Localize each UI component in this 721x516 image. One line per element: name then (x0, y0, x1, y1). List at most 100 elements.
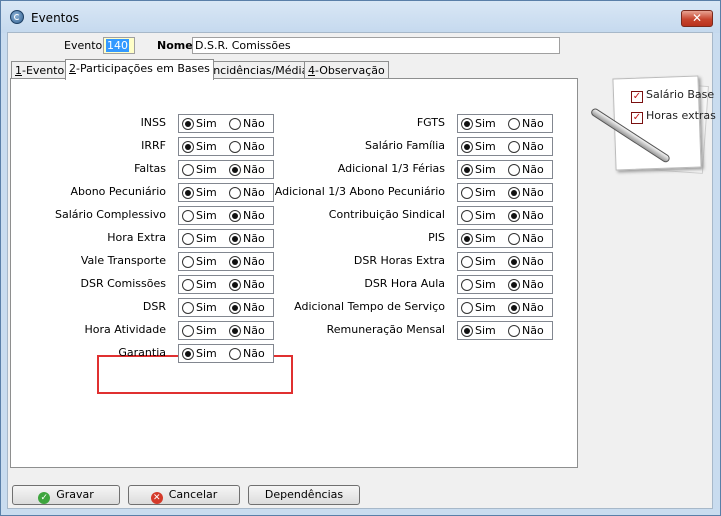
radio-sim[interactable] (461, 233, 473, 245)
dependencies-button[interactable]: Dependências (248, 485, 360, 505)
radio-nao[interactable] (229, 256, 241, 268)
radio-nao[interactable] (508, 302, 520, 314)
radio-nao-label[interactable]: Não (243, 209, 265, 222)
radio-sim[interactable] (461, 118, 473, 130)
radio-sim-label[interactable]: Sim (475, 232, 496, 245)
evento-field[interactable]: 140 (103, 37, 135, 54)
radio-nao-label[interactable]: Não (522, 117, 544, 130)
radio-nao[interactable] (229, 118, 241, 130)
radio-nao[interactable] (229, 141, 241, 153)
radio-nao-label[interactable]: Não (243, 186, 265, 199)
radio-group-remuneracao-mensal: Sim Não (457, 321, 553, 340)
radio-nao-label[interactable]: Não (243, 347, 265, 360)
radio-sim-label[interactable]: Sim (196, 140, 217, 153)
tab-observacao[interactable]: 4-Observação (304, 61, 389, 79)
radio-sim[interactable] (182, 279, 194, 291)
radio-sim[interactable] (182, 141, 194, 153)
radio-nao[interactable] (508, 233, 520, 245)
radio-sim-label[interactable]: Sim (196, 347, 217, 360)
radio-sim-label[interactable]: Sim (196, 117, 217, 130)
radio-nao[interactable] (508, 210, 520, 222)
radio-sim-label[interactable]: Sim (196, 186, 217, 199)
radio-sim[interactable] (182, 256, 194, 268)
radio-nao[interactable] (508, 325, 520, 337)
radio-nao-label[interactable]: Não (243, 117, 265, 130)
radio-nao[interactable] (508, 279, 520, 291)
radio-sim[interactable] (182, 233, 194, 245)
radio-nao-label[interactable]: Não (522, 232, 544, 245)
radio-nao-label[interactable]: Não (522, 209, 544, 222)
radio-nao-label[interactable]: Não (243, 324, 265, 337)
radio-nao-label[interactable]: Não (243, 163, 265, 176)
radio-sim[interactable] (461, 187, 473, 199)
radio-nao-label[interactable]: Não (522, 255, 544, 268)
radio-sim[interactable] (461, 256, 473, 268)
radio-sim-label[interactable]: Sim (196, 255, 217, 268)
nome-field[interactable]: D.S.R. Comissões (192, 37, 560, 54)
radio-sim-label[interactable]: Sim (196, 163, 217, 176)
app-icon (10, 10, 24, 24)
radio-nao[interactable] (229, 187, 241, 199)
cancel-button[interactable]: ✕ Cancelar (128, 485, 240, 505)
radio-sim[interactable] (461, 210, 473, 222)
field-label-pis: PIS (428, 231, 445, 244)
radio-sim-label[interactable]: Sim (475, 255, 496, 268)
radio-group-hora-extra: Sim Não (178, 229, 274, 248)
radio-sim-label[interactable]: Sim (196, 278, 217, 291)
radio-sim-label[interactable]: Sim (475, 186, 496, 199)
close-button[interactable]: ✕ (681, 10, 713, 27)
radio-sim-label[interactable]: Sim (475, 301, 496, 314)
radio-nao[interactable] (508, 141, 520, 153)
radio-nao[interactable] (229, 233, 241, 245)
radio-sim[interactable] (182, 302, 194, 314)
radio-nao[interactable] (229, 210, 241, 222)
radio-sim-label[interactable]: Sim (475, 278, 496, 291)
radio-nao[interactable] (229, 164, 241, 176)
radio-sim[interactable] (182, 164, 194, 176)
radio-sim-label[interactable]: Sim (196, 209, 217, 222)
radio-group-adicional-1-3-ferias: Sim Não (457, 160, 553, 179)
radio-nao[interactable] (229, 325, 241, 337)
radio-sim-label[interactable]: Sim (475, 140, 496, 153)
radio-sim[interactable] (461, 164, 473, 176)
radio-nao-label[interactable]: Não (522, 278, 544, 291)
radio-group-dsr: Sim Não (178, 298, 274, 317)
radio-sim[interactable] (182, 118, 194, 130)
radio-nao-label[interactable]: Não (243, 278, 265, 291)
radio-nao-label[interactable]: Não (243, 140, 265, 153)
radio-nao[interactable] (229, 302, 241, 314)
radio-sim[interactable] (182, 348, 194, 360)
radio-sim[interactable] (461, 141, 473, 153)
radio-sim-label[interactable]: Sim (475, 209, 496, 222)
radio-nao-label[interactable]: Não (243, 301, 265, 314)
radio-nao-label[interactable]: Não (522, 140, 544, 153)
radio-nao-label[interactable]: Não (522, 186, 544, 199)
radio-sim-label[interactable]: Sim (475, 324, 496, 337)
radio-nao[interactable] (508, 164, 520, 176)
title-bar[interactable]: Eventos ✕ (1, 1, 720, 33)
radio-nao[interactable] (508, 256, 520, 268)
radio-nao[interactable] (508, 187, 520, 199)
radio-nao-label[interactable]: Não (522, 163, 544, 176)
radio-nao-label[interactable]: Não (243, 255, 265, 268)
radio-sim[interactable] (182, 187, 194, 199)
radio-sim-label[interactable]: Sim (196, 232, 217, 245)
radio-sim[interactable] (461, 279, 473, 291)
radio-sim-label[interactable]: Sim (475, 163, 496, 176)
tab-participacoes-em-bases[interactable]: 2-Participações em Bases (65, 59, 214, 80)
radio-sim[interactable] (461, 325, 473, 337)
radio-sim-label[interactable]: Sim (196, 301, 217, 314)
radio-sim[interactable] (182, 325, 194, 337)
radio-nao-label[interactable]: Não (522, 324, 544, 337)
radio-sim-label[interactable]: Sim (196, 324, 217, 337)
radio-nao-label[interactable]: Não (243, 232, 265, 245)
radio-nao[interactable] (229, 348, 241, 360)
radio-sim-label[interactable]: Sim (475, 117, 496, 130)
radio-nao-label[interactable]: Não (522, 301, 544, 314)
radio-nao[interactable] (229, 279, 241, 291)
radio-nao[interactable] (508, 118, 520, 130)
save-button[interactable]: ✓ Gravar (12, 485, 120, 505)
tab-evento[interactable]: 1-Evento (11, 61, 69, 79)
radio-sim[interactable] (461, 302, 473, 314)
radio-sim[interactable] (182, 210, 194, 222)
